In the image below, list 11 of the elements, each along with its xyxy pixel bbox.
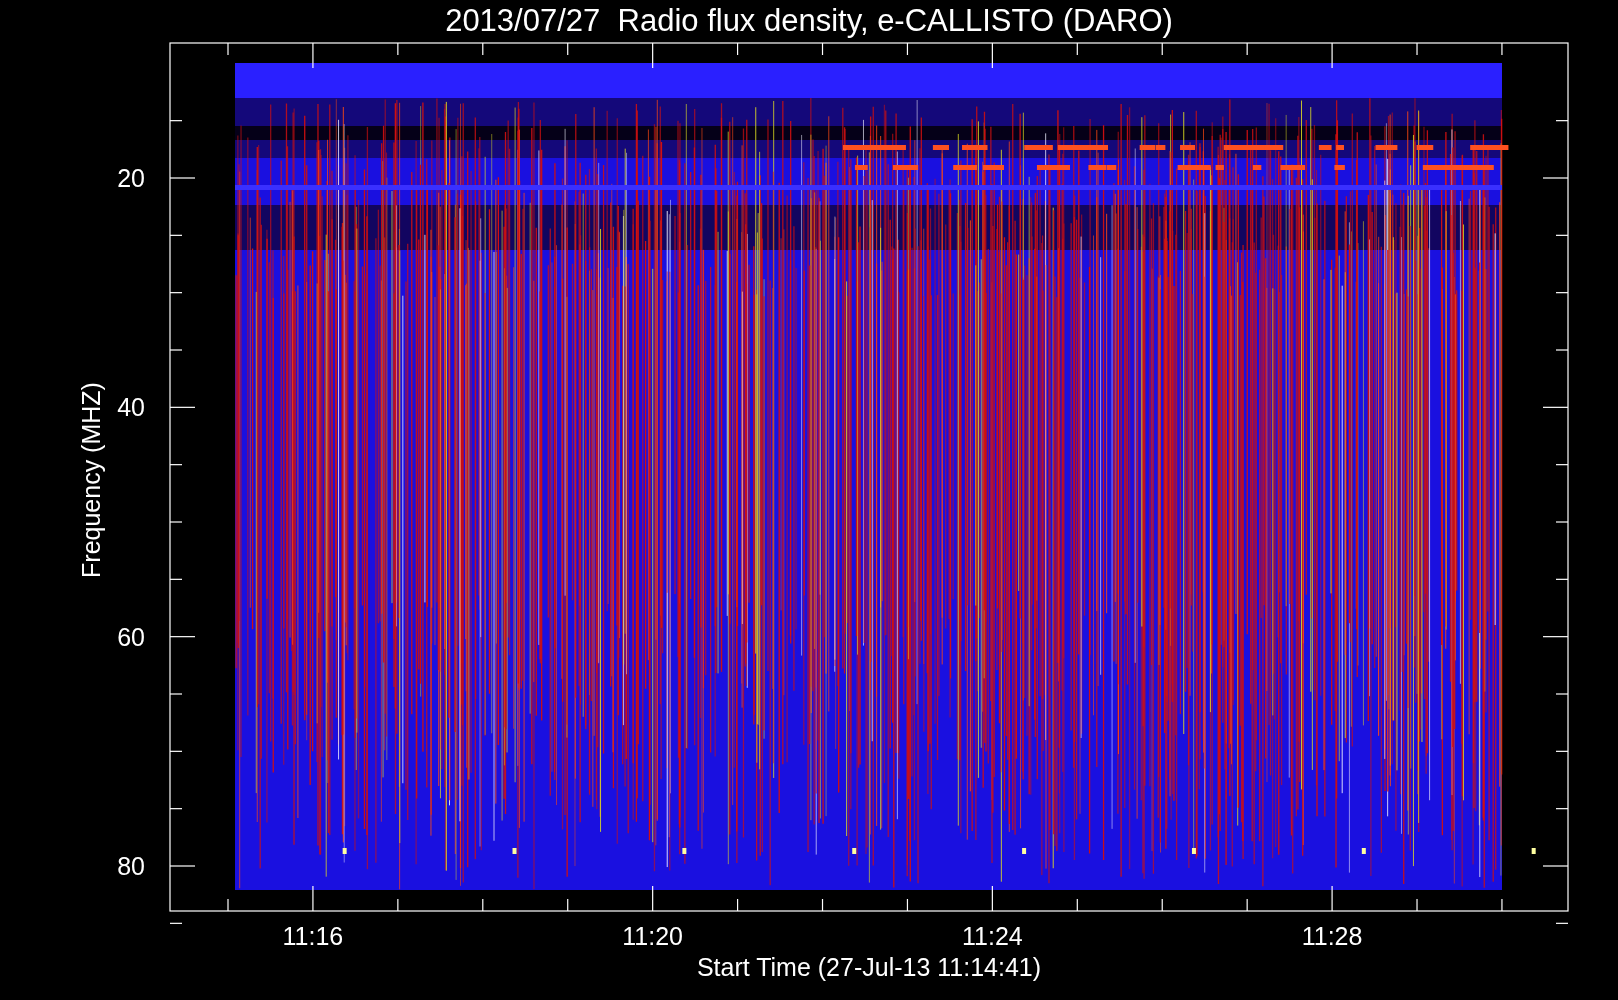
- y-tick-label: 80: [117, 852, 145, 880]
- y-tick-label: 40: [117, 393, 145, 422]
- x-axis-label: Start Time (27-Jul-13 11:14:41): [696, 953, 1042, 981]
- y-axis-label: Frequency (MHZ): [77, 382, 105, 578]
- x-tick-label: 11:20: [622, 922, 683, 950]
- y-tick-label: 20: [117, 164, 145, 192]
- x-tick-label: 11:24: [962, 922, 1023, 950]
- chart-title: 2013/07/27 Radio flux density, e-CALLISTO (DARO): [445, 3, 1173, 38]
- x-tick-label: 11:28: [1301, 922, 1363, 950]
- x-tick-label: 11:16: [282, 922, 344, 950]
- y-tick-label: 60: [117, 622, 145, 651]
